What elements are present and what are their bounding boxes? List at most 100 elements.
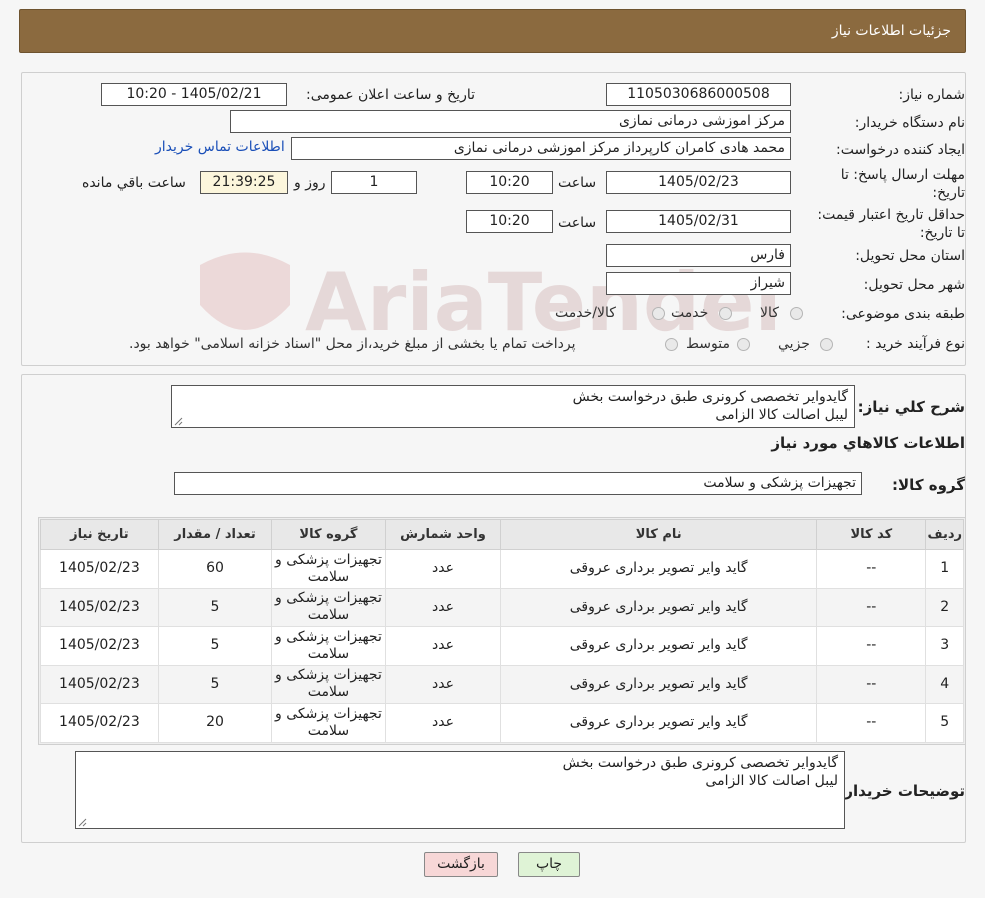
product-group-field: تجهیزات پزشکی و سلامت (174, 472, 862, 495)
resize-grip-icon[interactable] (174, 417, 183, 426)
process-option-minor: جزیي (778, 336, 810, 352)
announce-date-label: تاریخ و ساعت اعلان عمومی: (306, 87, 475, 103)
city-field: شیراز (606, 272, 791, 295)
process-radio-treasury[interactable] (665, 338, 678, 351)
buyer-notes-label: توضیحات خریدار: (838, 782, 965, 800)
cell-unit: عدد (384, 626, 502, 666)
table-row: 1 -- گاید وایر تصویر برداری عروقی عدد تج… (40, 549, 964, 589)
cell-need-date: 1405/02/23 (40, 587, 159, 627)
cell-row-number: 4 (925, 664, 964, 704)
city-label: شهر محل تحویل: (863, 277, 965, 293)
buyer-notes-line-2: لیبل اصالت کالا الزامی (705, 773, 838, 789)
province-label: استان محل تحویل: (855, 248, 965, 264)
cell-product-code: -- (816, 664, 927, 704)
cell-group: تجهیزات پزشکی و سلامت (271, 549, 386, 589)
cell-need-date: 1405/02/23 (40, 626, 159, 666)
buyer-org-field: مرکز اموزشی درمانی نمازی (230, 110, 791, 133)
cell-row-number: 1 (925, 549, 964, 589)
items-heading: اطلاعات کالاهاي مورد نیاز (771, 434, 965, 452)
price-validity-date-field: 1405/02/31 (606, 210, 791, 233)
cell-product-name: گاید وایر تصویر برداری عروقی (500, 549, 818, 589)
process-radio-medium[interactable] (737, 338, 750, 351)
remaining-time-label: ساعت باقي مانده (82, 175, 186, 191)
col-header-name: نام کالا (500, 519, 818, 550)
process-radio-minor[interactable] (820, 338, 833, 351)
page-title: جزئیات اطلاعات نیاز (831, 23, 951, 39)
days-remaining-field: 1 (331, 171, 417, 194)
cell-product-name: گاید وایر تصویر برداری عروقی (500, 703, 818, 743)
days-label: روز و (294, 175, 326, 191)
category-radio-goods[interactable] (790, 307, 803, 320)
buyer-contact-link[interactable]: اطلاعات تماس خریدار (155, 139, 285, 155)
remaining-time-field: 21:39:25 (200, 171, 288, 194)
category-option-service: خدمت (671, 305, 709, 321)
cell-unit: عدد (384, 549, 502, 589)
cell-group: تجهیزات پزشکی و سلامت (271, 703, 386, 743)
buyer-notes-textarea[interactable]: گایدوایر تخصصی کرونری طبق درخواست بخش لی… (75, 751, 845, 829)
category-option-goods: کالا (760, 305, 779, 321)
need-number-label: شماره نیاز: (898, 87, 966, 103)
col-header-row: ردیف (925, 519, 964, 550)
category-radio-service[interactable] (719, 307, 732, 320)
cell-group: تجهیزات پزشکی و سلامت (271, 587, 386, 627)
cell-product-name: گاید وایر تصویر برداری عروقی (500, 664, 818, 704)
cell-product-name: گاید وایر تصویر برداری عروقی (500, 587, 818, 627)
buyer-org-label: نام دستگاه خریدار: (854, 115, 965, 131)
deadline-label: مهلت ارسال پاسخ: تا تاریخ: (840, 167, 965, 201)
cell-row-number: 3 (925, 626, 964, 666)
cell-product-name: گاید وایر تصویر برداری عروقی (500, 626, 818, 666)
cell-need-date: 1405/02/23 (40, 703, 159, 743)
cell-need-date: 1405/02/23 (40, 664, 159, 704)
process-treasury-note: پرداخت تمام یا بخشی از مبلغ خرید،از محل … (129, 336, 576, 352)
table-row: 2 -- گاید وایر تصویر برداری عروقی عدد تج… (40, 587, 964, 627)
price-validity-time-field: 10:20 (466, 210, 553, 233)
table-row: 4 -- گاید وایر تصویر برداری عروقی عدد تج… (40, 664, 964, 704)
col-header-unit: واحد شمارش (384, 519, 502, 550)
cell-product-code: -- (816, 703, 927, 743)
category-option-goods-service: کالا/خدمت (555, 305, 616, 321)
process-option-medium: متوسط (686, 336, 730, 352)
col-header-code: کد کالا (816, 519, 927, 550)
items-table-header: ردیف کد کالا نام کالا واحد شمارش گروه کا… (40, 519, 964, 550)
cell-group: تجهیزات پزشکی و سلامت (271, 664, 386, 704)
cell-quantity: 5 (157, 626, 273, 666)
table-row: 5 -- گاید وایر تصویر برداری عروقی عدد تج… (40, 703, 964, 743)
cell-group: تجهیزات پزشکی و سلامت (271, 626, 386, 666)
province-field: فارس (606, 244, 791, 267)
back-button[interactable]: بازگشت (424, 852, 498, 877)
cell-quantity: 60 (157, 549, 273, 589)
deadline-time-label: ساعت (558, 175, 597, 191)
table-row: 3 -- گاید وایر تصویر برداری عروقی عدد تج… (40, 626, 964, 666)
cell-quantity: 20 (157, 703, 273, 743)
col-header-date: تاریخ نیاز (40, 519, 159, 550)
col-header-group: گروه کالا (271, 519, 386, 550)
deadline-date-field: 1405/02/23 (606, 171, 791, 194)
buyer-notes-line-1: گایدوایر تخصصی کرونری طبق درخواست بخش (562, 755, 838, 771)
product-group-label: گروه کالا: (892, 476, 965, 494)
cell-row-number: 5 (925, 703, 964, 743)
announce-date-field: 1405/02/21 - 10:20 (101, 83, 287, 106)
cell-unit: عدد (384, 587, 502, 627)
creator-field: محمد هادی کامران کارپرداز مرکز اموزشی در… (291, 137, 791, 160)
cell-product-code: -- (816, 626, 927, 666)
cell-row-number: 2 (925, 587, 964, 627)
category-radio-goods-service[interactable] (652, 307, 665, 320)
process-type-label: نوع فرآیند خرید : (866, 336, 965, 352)
description-textarea[interactable]: گایدوایر تخصصی کرونری طبق درخواست بخش لی… (171, 385, 855, 428)
cell-unit: عدد (384, 703, 502, 743)
category-label: طبقه بندی موضوعی: (841, 306, 965, 322)
items-table: ردیف کد کالا نام کالا واحد شمارش گروه کا… (40, 519, 964, 743)
description-line-2: لیبل اصالت کالا الزامی (715, 407, 848, 423)
print-button[interactable]: چاپ (518, 852, 580, 877)
cell-quantity: 5 (157, 664, 273, 704)
deadline-time-field: 10:20 (466, 171, 553, 194)
price-validity-time-label: ساعت (558, 215, 597, 231)
cell-product-code: -- (816, 587, 927, 627)
description-line-1: گایدوایر تخصصی کرونری طبق درخواست بخش (572, 389, 848, 405)
page-header: جزئیات اطلاعات نیاز (19, 9, 966, 53)
creator-label: ایجاد کننده درخواست: (836, 142, 965, 158)
resize-grip-icon[interactable] (78, 818, 87, 827)
cell-product-code: -- (816, 549, 927, 589)
cell-quantity: 5 (157, 587, 273, 627)
col-header-qty: تعداد / مقدار (157, 519, 273, 550)
